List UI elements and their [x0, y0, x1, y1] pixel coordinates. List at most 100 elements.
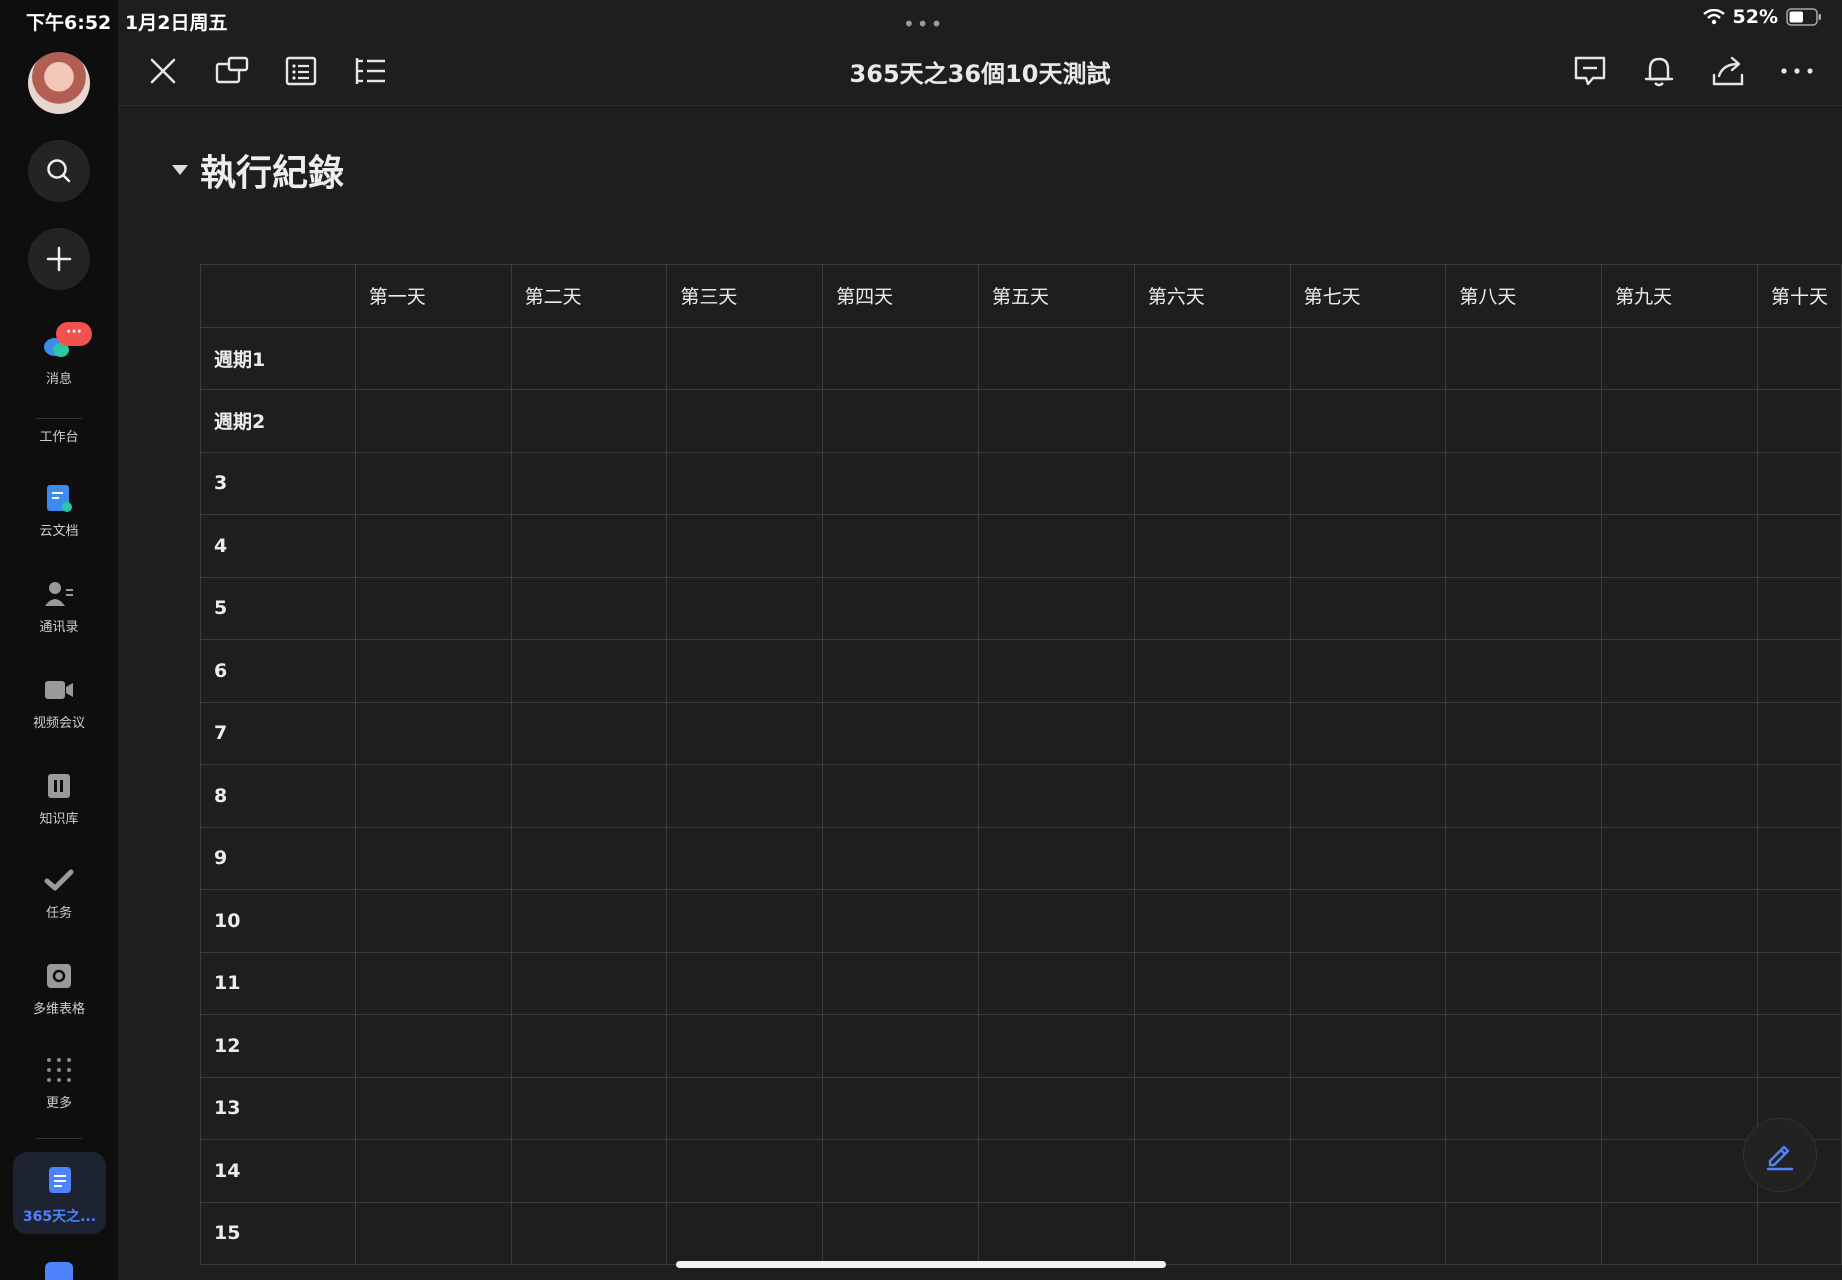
table-cell[interactable]	[354, 701, 512, 765]
table-cell[interactable]	[510, 1139, 668, 1203]
table-cell[interactable]	[666, 326, 824, 390]
avatar[interactable]	[28, 52, 90, 114]
table-cell[interactable]	[1756, 701, 1842, 765]
table-cell[interactable]	[977, 514, 1135, 578]
table-cell[interactable]	[666, 764, 824, 828]
table-cell[interactable]	[822, 826, 979, 890]
table-cell[interactable]	[510, 389, 668, 453]
table-cell[interactable]	[822, 451, 979, 515]
row-label-cell[interactable]: 3	[200, 451, 356, 515]
table-cell[interactable]	[1756, 326, 1842, 390]
table-cell[interactable]	[1289, 1076, 1447, 1140]
table-cell[interactable]	[1133, 639, 1291, 703]
table-cell[interactable]	[822, 576, 979, 640]
row-label-cell[interactable]: 4	[200, 514, 356, 578]
table-cell[interactable]	[354, 1139, 512, 1203]
row-label-cell[interactable]: 13	[200, 1076, 356, 1140]
table-cell[interactable]	[510, 1076, 668, 1140]
table-cell[interactable]	[354, 451, 512, 515]
table-cell[interactable]	[1289, 389, 1447, 453]
table-cell[interactable]	[1601, 951, 1758, 1015]
notifications-button[interactable]	[1638, 50, 1680, 92]
table-cell[interactable]	[1289, 1201, 1447, 1265]
table-cell[interactable]	[1601, 451, 1758, 515]
table-header-cell[interactable]: 第三天	[666, 264, 824, 328]
table-header-cell[interactable]: 第十天	[1756, 264, 1842, 328]
table-cell[interactable]	[510, 764, 668, 828]
table-cell[interactable]	[510, 1201, 668, 1265]
table-cell[interactable]	[822, 889, 979, 953]
table-cell[interactable]	[822, 1139, 979, 1203]
sidebar-item-more[interactable]: 更多	[0, 1054, 118, 1111]
edit-button[interactable]	[1743, 1118, 1817, 1192]
table-cell[interactable]	[354, 326, 512, 390]
sidebar-item-open-doc[interactable]: 365天之...	[13, 1152, 106, 1234]
table-cell[interactable]	[510, 826, 668, 890]
table-cell[interactable]	[1601, 576, 1758, 640]
table-cell[interactable]	[1445, 1139, 1603, 1203]
table-cell[interactable]	[1756, 764, 1842, 828]
table-header-cell[interactable]: 第六天	[1133, 264, 1291, 328]
table-cell[interactable]	[1445, 826, 1603, 890]
create-button[interactable]	[28, 228, 90, 290]
table-cell[interactable]	[822, 326, 979, 390]
table-cell[interactable]	[1756, 1201, 1842, 1265]
table-cell[interactable]	[510, 1014, 668, 1078]
table-cell[interactable]	[1601, 514, 1758, 578]
collapse-caret-icon[interactable]	[172, 165, 188, 175]
table-cell[interactable]	[1601, 639, 1758, 703]
table-cell[interactable]	[822, 1076, 979, 1140]
table-cell[interactable]	[666, 514, 824, 578]
table-cell[interactable]	[977, 889, 1135, 953]
sidebar-item-base[interactable]: 多维表格	[0, 960, 118, 1017]
table-cell[interactable]	[1133, 389, 1291, 453]
table-cell[interactable]	[1445, 389, 1603, 453]
table-cell[interactable]	[1289, 576, 1447, 640]
table-cell[interactable]	[1445, 951, 1603, 1015]
table-cell[interactable]	[510, 701, 668, 765]
sidebar-item-contacts[interactable]: 通讯录	[0, 578, 118, 635]
table-cell[interactable]	[666, 951, 824, 1015]
table-cell[interactable]	[354, 951, 512, 1015]
table-cell[interactable]	[666, 701, 824, 765]
table-cell[interactable]	[1756, 826, 1842, 890]
doc-tab-icon[interactable]	[45, 1262, 73, 1280]
sidebar-item-workbench[interactable]: 工作台	[0, 426, 118, 445]
table-cell[interactable]	[1445, 326, 1603, 390]
table-cell[interactable]	[1601, 326, 1758, 390]
multitasking-dots-icon[interactable]: •••	[903, 12, 944, 36]
table-cell[interactable]	[1133, 701, 1291, 765]
table-cell[interactable]	[666, 1076, 824, 1140]
table-cell[interactable]	[510, 889, 668, 953]
row-label-cell[interactable]: 週期1	[200, 326, 356, 390]
table-cell[interactable]	[977, 576, 1135, 640]
table-cell[interactable]	[1756, 451, 1842, 515]
table-cell[interactable]	[977, 326, 1135, 390]
table-header-cell[interactable]: 第五天	[977, 264, 1135, 328]
table-cell[interactable]	[977, 1201, 1135, 1265]
table-cell[interactable]	[1289, 701, 1447, 765]
table-cell[interactable]	[1289, 826, 1447, 890]
row-label-cell[interactable]: 11	[200, 951, 356, 1015]
table-cell[interactable]	[354, 1014, 512, 1078]
row-label-cell[interactable]: 14	[200, 1139, 356, 1203]
table-cell[interactable]	[1756, 1014, 1842, 1078]
table-cell[interactable]	[666, 1014, 824, 1078]
row-label-cell[interactable]: 7	[200, 701, 356, 765]
table-cell[interactable]	[1445, 514, 1603, 578]
table-cell[interactable]	[1133, 889, 1291, 953]
table-cell[interactable]	[666, 639, 824, 703]
table-cell[interactable]	[1601, 389, 1758, 453]
table-cell[interactable]	[510, 514, 668, 578]
table-cell[interactable]	[354, 514, 512, 578]
table-cell[interactable]	[666, 576, 824, 640]
table-cell[interactable]	[977, 451, 1135, 515]
table-cell[interactable]	[822, 951, 979, 1015]
table-cell[interactable]	[822, 701, 979, 765]
table-cell[interactable]	[1289, 1014, 1447, 1078]
table-cell[interactable]	[822, 639, 979, 703]
table-cell[interactable]	[1601, 826, 1758, 890]
table-cell[interactable]	[1289, 514, 1447, 578]
table-cell[interactable]	[1289, 1139, 1447, 1203]
table-cell[interactable]	[510, 451, 668, 515]
